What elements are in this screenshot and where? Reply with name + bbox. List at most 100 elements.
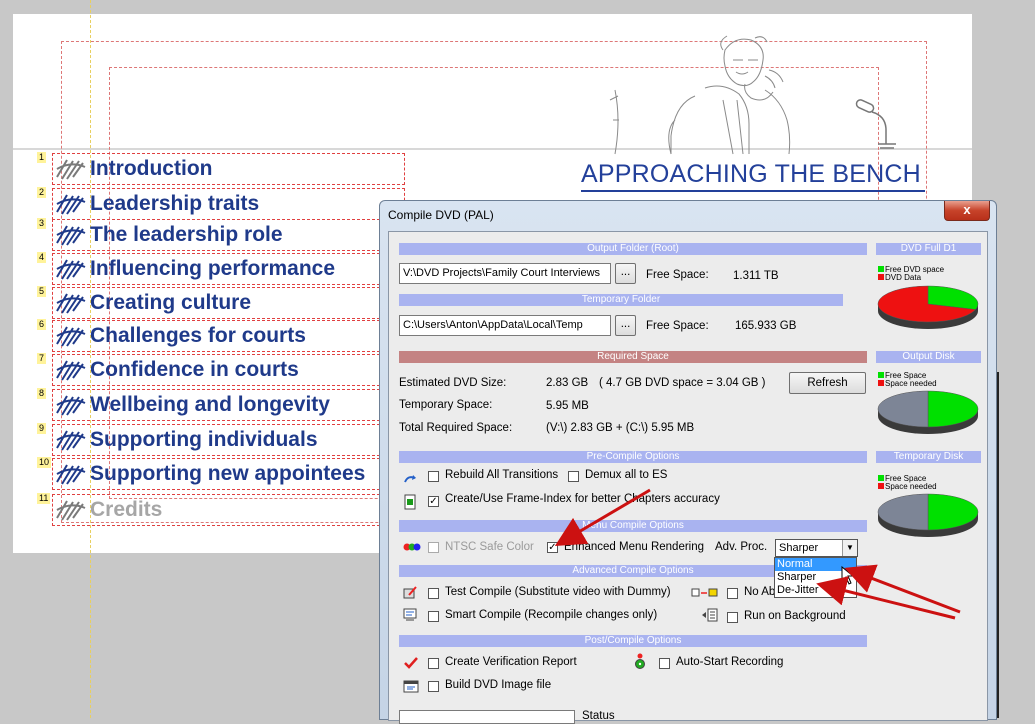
- menu-item-new-appointees[interactable]: 10 Supporting new appointees: [37, 457, 405, 490]
- temp-free-space-value: 165.933 GB: [735, 320, 797, 332]
- close-button[interactable]: x: [944, 201, 990, 221]
- background-checkbox[interactable]: [727, 612, 738, 623]
- microphone-image: [855, 99, 896, 149]
- temporary-space-value: 5.95 MB: [546, 400, 589, 412]
- output-free-space-value: 1.311 TB: [733, 270, 779, 282]
- scribble-bullet-icon: [56, 326, 86, 347]
- mouse-cursor-icon: [841, 566, 855, 585]
- item-number: 4: [37, 252, 47, 263]
- output-disk-header: Output Disk: [876, 351, 981, 363]
- menu-item-wellbeing[interactable]: 8 Wellbeing and longevity: [37, 388, 405, 421]
- menu-item-credits[interactable]: 11 Credits: [37, 493, 405, 526]
- dvd-legend-data-label: DVD Data: [885, 273, 922, 282]
- item-number: 6: [37, 319, 47, 330]
- menu-item-label: Supporting individuals: [90, 428, 318, 451]
- menu-item-label: Introduction: [90, 157, 213, 180]
- chevron-down-icon[interactable]: ▼: [842, 540, 857, 556]
- smart-compile-icon: [403, 608, 417, 621]
- menu-item-label: Leadership traits: [90, 192, 260, 215]
- menu-item-leadership-traits[interactable]: 2 Leadership traits: [37, 187, 405, 220]
- estimated-size-value: 2.83 GB: [546, 377, 589, 389]
- output-free-space-label: Free Space:: [646, 269, 709, 281]
- no-abort-checkbox[interactable]: [727, 588, 738, 599]
- scribble-bullet-icon: [56, 464, 86, 485]
- judge-sketch-image: [609, 35, 791, 155]
- test-compile-checkbox[interactable]: [428, 588, 439, 599]
- test-compile-icon: [403, 586, 417, 599]
- menu-item-confidence[interactable]: 7 Confidence in courts: [37, 353, 405, 386]
- menu-item-label: Credits: [90, 498, 163, 521]
- precompile-header: Pre-Compile Options: [399, 451, 867, 463]
- item-number: 10: [37, 457, 52, 468]
- item-number: 3: [37, 218, 47, 229]
- adv-proc-label: Adv. Proc.: [715, 541, 768, 553]
- menu-item-label: The leadership role: [90, 223, 283, 246]
- output-disk-pie-chart: [877, 390, 979, 434]
- ntsc-color-icon: [403, 543, 421, 551]
- dvd-full-header: DVD Full D1: [876, 243, 981, 255]
- verification-checkbox[interactable]: [428, 658, 439, 669]
- item-number: 7: [37, 353, 47, 364]
- output-browse-button[interactable]: ...: [615, 263, 636, 284]
- menu-item-influencing-performance[interactable]: 4 Influencing performance: [37, 252, 405, 285]
- compile-dvd-dialog: Compile DVD (PAL) x Output Folder (Root)…: [379, 200, 997, 724]
- temp-browse-button[interactable]: ...: [615, 315, 636, 336]
- scribble-bullet-icon: [56, 159, 86, 180]
- auto-start-label: Auto-Start Recording: [676, 656, 784, 668]
- recording-disc-icon: [635, 653, 645, 669]
- dvd-image-checkbox[interactable]: [428, 681, 439, 692]
- dialog-title: Compile DVD (PAL): [388, 208, 494, 222]
- menu-item-introduction[interactable]: 1 Introduction: [37, 152, 405, 185]
- enhanced-rendering-label: Enhanced Menu Rendering: [564, 541, 705, 553]
- verification-check-icon: [404, 657, 418, 669]
- output-legend-needed: Space needed: [878, 380, 937, 388]
- menu-item-challenges[interactable]: 6 Challenges for courts: [37, 319, 405, 352]
- auto-start-checkbox[interactable]: [659, 658, 670, 669]
- menu-compile-header: Menu Compile Options: [399, 520, 867, 532]
- background-run-icon: [702, 608, 718, 622]
- smart-compile-checkbox[interactable]: [428, 611, 439, 622]
- temp-disk-header: Temporary Disk: [876, 451, 981, 463]
- output-folder-header: Output Folder (Root): [399, 243, 867, 255]
- scribble-bullet-icon: [56, 500, 86, 521]
- output-legend-needed-label: Space needed: [885, 379, 937, 388]
- frame-index-checkbox[interactable]: ✓: [428, 496, 439, 507]
- scribble-bullet-icon: [56, 194, 86, 215]
- temp-folder-input[interactable]: C:\Users\Anton\AppData\Local\Temp: [399, 315, 611, 336]
- estimated-size-note: ( 4.7 GB DVD space = 3.04 GB ): [599, 377, 766, 389]
- rebuild-transitions-label: Rebuild All Transitions: [445, 469, 559, 481]
- demux-checkbox[interactable]: [568, 471, 579, 482]
- legend-swatch-green: [878, 372, 884, 378]
- legend-swatch-red: [878, 380, 884, 386]
- temporary-space-label: Temporary Space:: [399, 399, 493, 411]
- scribble-bullet-icon: [56, 360, 86, 381]
- demux-label: Demux all to ES: [585, 469, 668, 481]
- dvd-image-label: Build DVD Image file: [445, 679, 552, 691]
- rebuild-transitions-checkbox[interactable]: [428, 471, 439, 482]
- menu-item-leadership-role[interactable]: 3 The leadership role: [37, 218, 405, 251]
- legend-swatch-green: [878, 475, 884, 481]
- legend-swatch-red: [878, 274, 884, 280]
- title-underline: [581, 190, 925, 192]
- ntsc-safe-checkbox[interactable]: [428, 542, 439, 553]
- menu-item-creating-culture[interactable]: 5 Creating culture: [37, 286, 405, 319]
- verification-label: Create Verification Report: [445, 656, 577, 668]
- legend-swatch-red: [878, 483, 884, 489]
- dvd-usage-pie-chart: [877, 285, 979, 329]
- refresh-button[interactable]: Refresh: [789, 372, 866, 394]
- frame-index-label: Create/Use Frame-Index for better Chapte…: [445, 493, 720, 505]
- estimated-size-label: Estimated DVD Size:: [399, 377, 507, 389]
- smart-compile-label: Smart Compile (Recompile changes only): [445, 609, 658, 621]
- scribble-bullet-icon: [56, 430, 86, 451]
- scribble-bullet-icon: [56, 225, 86, 246]
- menu-item-supporting-individuals[interactable]: 9 Supporting individuals: [37, 423, 405, 456]
- dialog-body: Output Folder (Root) V:\DVD Projects\Fam…: [388, 231, 988, 724]
- scribble-bullet-icon: [56, 395, 86, 416]
- frame-index-icon: [404, 494, 416, 510]
- enhanced-rendering-checkbox[interactable]: ✓: [547, 542, 558, 553]
- adv-proc-select[interactable]: Sharper ▼: [775, 539, 858, 557]
- menu-item-label: Confidence in courts: [90, 358, 299, 381]
- output-folder-input[interactable]: V:\DVD Projects\Family Court Interviews: [399, 263, 611, 284]
- ntsc-safe-label: NTSC Safe Color: [445, 541, 534, 553]
- item-number: 8: [37, 388, 47, 399]
